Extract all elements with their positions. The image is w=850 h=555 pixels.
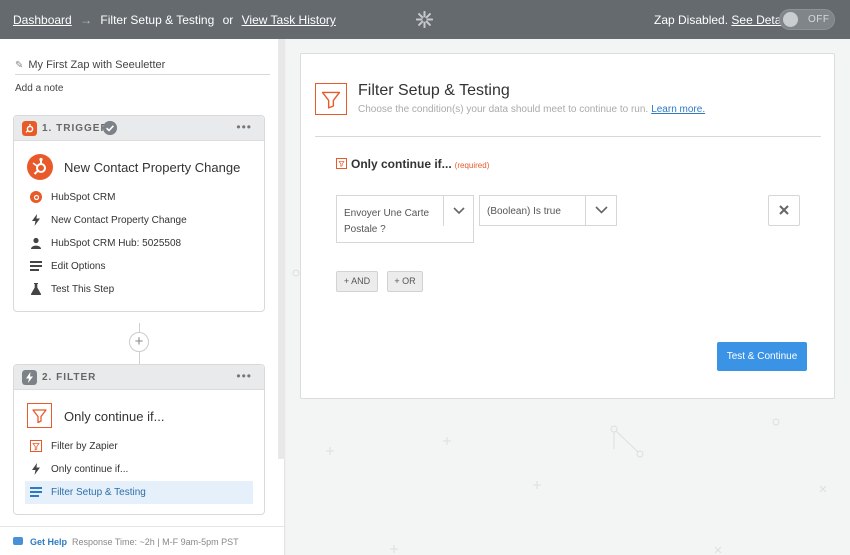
learn-more-link[interactable]: Learn more. xyxy=(651,104,705,115)
chevron-down-icon xyxy=(595,206,608,214)
current-page-label: Filter Setup & Testing xyxy=(100,13,215,27)
filter-step-label: 2. FILTER xyxy=(42,372,97,383)
trigger-step-card[interactable]: 1. TRIGGER ••• New Contact Property Chan… xyxy=(13,115,265,312)
check-circle-icon xyxy=(103,121,117,135)
user-icon xyxy=(31,237,41,249)
add-step-button[interactable]: + xyxy=(129,332,149,352)
field-select-value: Envoyer Une Carte Postale ? xyxy=(344,208,430,235)
breadcrumb: Dashboard → Filter Setup & Testing or Vi… xyxy=(13,13,336,27)
zap-name-field[interactable]: ✎ My First Zap with Seeuletter xyxy=(15,59,270,75)
remove-condition-button[interactable] xyxy=(768,195,800,226)
condition-select-dropdown[interactable] xyxy=(585,196,616,225)
filter-title: Only continue if... xyxy=(64,409,165,424)
test-continue-button[interactable]: Test & Continue xyxy=(717,342,807,371)
sidebar-item-label: HubSpot CRM xyxy=(51,192,116,203)
or-separator: or xyxy=(222,13,234,27)
trigger-step-header[interactable]: 1. TRIGGER ••• xyxy=(14,116,264,141)
filter-logo-icon xyxy=(315,83,347,115)
list-icon xyxy=(30,261,42,271)
zapier-logo-icon[interactable] xyxy=(416,11,433,28)
sidebar-item-account[interactable]: HubSpot CRM Hub: 5025508 xyxy=(14,232,264,255)
condition-select[interactable]: (Boolean) Is true xyxy=(479,195,617,226)
zap-status: Zap Disabled. See Details xyxy=(654,13,793,27)
left-sidebar: ✎ My First Zap with Seeuletter Add a note… xyxy=(0,39,285,555)
bolt-icon xyxy=(32,463,40,475)
filter-step-header[interactable]: 2. FILTER ••• xyxy=(14,365,264,390)
sidebar-item-label: HubSpot CRM Hub: 5025508 xyxy=(51,238,182,249)
filter-setup-panel: Filter Setup & Testing Choose the condit… xyxy=(300,53,835,399)
connector-line xyxy=(139,352,140,364)
sidebar-item-label: Filter Setup & Testing xyxy=(51,487,146,498)
filter-app-header: Only continue if... xyxy=(14,390,264,435)
close-icon xyxy=(779,205,789,215)
trigger-step-label: 1. TRIGGER xyxy=(42,123,109,134)
sidebar-item-label: Only continue if... xyxy=(51,464,129,475)
flask-icon xyxy=(30,283,42,295)
connector-line xyxy=(139,323,140,332)
zap-toggle[interactable]: OFF xyxy=(779,9,835,30)
filter-logo-icon xyxy=(27,403,52,428)
toggle-label: OFF xyxy=(808,14,830,25)
hubspot-badge-icon xyxy=(22,121,37,136)
page-title: Filter Setup & Testing xyxy=(358,82,510,99)
field-select[interactable]: Envoyer Une Carte Postale ? xyxy=(336,195,474,243)
chat-bubble-icon xyxy=(13,537,23,545)
sidebar-item-label: New Contact Property Change xyxy=(51,215,187,226)
zap-status-text: Zap Disabled. xyxy=(654,13,729,27)
add-and-button[interactable]: + AND xyxy=(336,271,378,292)
get-help-bar: Get Help Response Time: ~2h | M-F 9am-5p… xyxy=(0,526,284,555)
bolt-icon xyxy=(32,214,40,226)
hubspot-logo-icon xyxy=(27,154,53,180)
toggle-knob xyxy=(783,12,798,27)
dashboard-link[interactable]: Dashboard xyxy=(13,13,72,27)
chevron-down-icon xyxy=(453,207,465,215)
sidebar-item-label: Test This Step xyxy=(51,284,115,295)
required-label: (required) xyxy=(454,161,490,170)
bolt-badge-icon xyxy=(22,370,37,385)
field-select-dropdown[interactable] xyxy=(443,196,473,226)
page-subtitle: Choose the condition(s) your data should… xyxy=(358,104,705,115)
section-label: Only continue if... xyxy=(351,157,452,171)
subtitle-text: Choose the condition(s) your data should… xyxy=(358,104,649,115)
sidebar-item-edit-options[interactable]: Edit Options xyxy=(14,255,264,278)
sidebar-item-test-step[interactable]: Test This Step xyxy=(14,278,264,301)
sidebar-scrollbar[interactable] xyxy=(278,39,285,459)
sidebar-item-hubspot-crm[interactable]: HubSpot CRM xyxy=(14,186,264,209)
top-bar: Dashboard → Filter Setup & Testing or Vi… xyxy=(0,0,850,39)
filter-icon xyxy=(30,440,42,452)
pencil-icon: ✎ xyxy=(15,60,24,71)
trigger-title: New Contact Property Change xyxy=(64,160,241,175)
sidebar-item-label: Filter by Zapier xyxy=(51,441,118,452)
filter-step-card[interactable]: 2. FILTER ••• Only continue if... Filter… xyxy=(13,364,265,515)
zap-name: My First Zap with Seeuletter xyxy=(28,59,166,71)
more-options-icon[interactable]: ••• xyxy=(236,369,252,383)
sidebar-item-filter-event[interactable]: Only continue if... xyxy=(14,458,264,481)
get-help-link[interactable]: Get Help xyxy=(30,537,67,547)
response-time-text: Response Time: ~2h | M-F 9am-5pm PST xyxy=(72,537,239,547)
filter-icon xyxy=(336,158,347,170)
trigger-app-header: New Contact Property Change xyxy=(14,141,264,186)
list-icon xyxy=(30,487,42,497)
breadcrumb-arrow: → xyxy=(80,13,93,27)
view-task-history-link[interactable]: View Task History xyxy=(242,13,336,27)
sidebar-item-filter-app[interactable]: Filter by Zapier xyxy=(14,435,264,458)
condition-select-value: (Boolean) Is true xyxy=(487,206,561,217)
condition-section-heading: Only continue if... (required) xyxy=(336,157,489,171)
divider xyxy=(315,136,821,137)
add-note-link[interactable]: Add a note xyxy=(15,83,63,94)
sidebar-item-filter-setup[interactable]: Filter Setup & Testing xyxy=(25,481,253,504)
sidebar-item-trigger-event[interactable]: New Contact Property Change xyxy=(14,209,264,232)
sidebar-item-label: Edit Options xyxy=(51,261,106,272)
more-options-icon[interactable]: ••• xyxy=(236,120,252,134)
add-or-button[interactable]: + OR xyxy=(387,271,423,292)
hubspot-icon xyxy=(30,191,42,203)
